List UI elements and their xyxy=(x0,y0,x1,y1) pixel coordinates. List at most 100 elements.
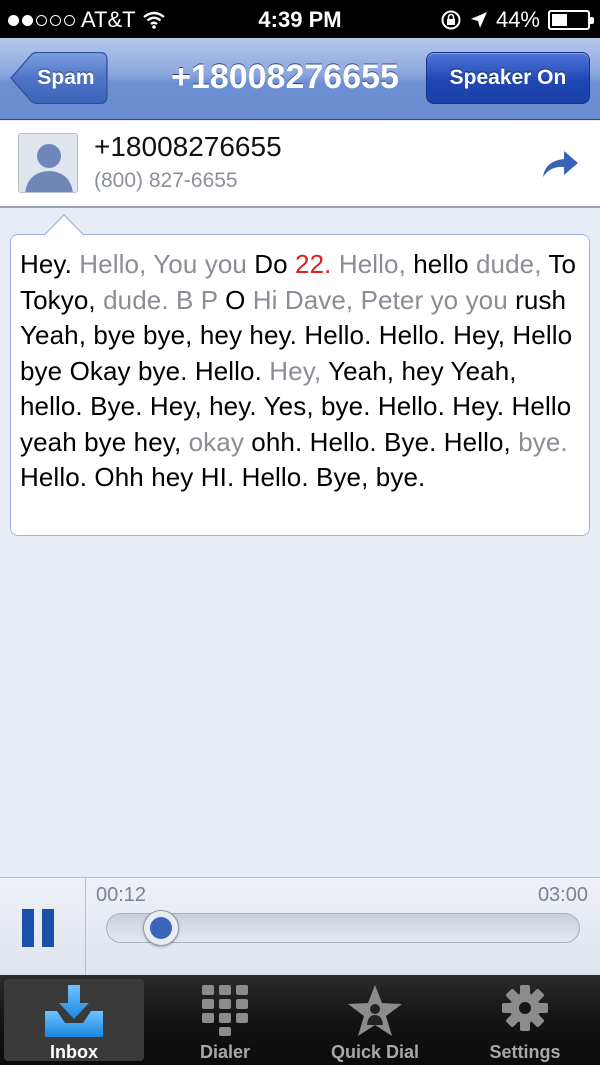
status-right: 44% xyxy=(440,7,594,33)
transcript-word: HI. xyxy=(200,462,235,492)
transcript-word: Hey, xyxy=(453,320,506,350)
transcript-word: Hello. xyxy=(309,426,377,457)
gear-icon xyxy=(502,985,548,1031)
pause-icon xyxy=(22,909,54,947)
total-time: 03:00 xyxy=(537,884,588,906)
back-button-spam[interactable]: Spam xyxy=(10,52,108,104)
transcript-word: 22. xyxy=(295,249,332,279)
transcript-word: dude, xyxy=(476,249,542,279)
audio-player: 00:12 03:00 xyxy=(0,877,600,976)
star-person-icon xyxy=(348,985,402,1036)
tab-label-dialer: Dialer xyxy=(199,1042,251,1062)
transcript-word: bye xyxy=(84,426,127,457)
transcript-word: Bye, xyxy=(316,462,369,492)
transcript-word: P xyxy=(200,284,218,315)
transcript-word: Hey, xyxy=(269,355,322,386)
transcript-word: Bye. xyxy=(384,426,437,457)
transcript-word: bye. xyxy=(375,462,426,492)
transcript-word: bye. xyxy=(137,355,188,386)
transcript-word: hey xyxy=(199,320,243,350)
transcript-word: you xyxy=(204,249,247,279)
transcript-word: Hello. xyxy=(20,462,88,492)
transcript-word: Hello, xyxy=(79,249,147,279)
tab-dialer[interactable]: Dialer xyxy=(155,979,295,1062)
transcript-word: Hello. xyxy=(377,391,445,421)
contact-number: (800) 827-6655 xyxy=(94,169,238,192)
speaker-on-button[interactable]: Speaker On xyxy=(426,52,590,104)
tab-settings[interactable]: Settings xyxy=(455,979,595,1062)
battery-percent: 44% xyxy=(495,7,540,32)
transcript-word: Hey. xyxy=(452,391,505,421)
transcript-word: yeah xyxy=(20,426,77,457)
transcript-word: yo xyxy=(430,284,459,315)
tab-quick-dial[interactable]: Quick Dial xyxy=(305,979,445,1062)
transcript-word: Bye. xyxy=(90,391,143,421)
transcript-word: bye, xyxy=(142,320,193,350)
navigation-bar: Spam +18008276655 Speaker On xyxy=(0,38,600,120)
pause-button[interactable] xyxy=(0,878,86,976)
playback-slider-knob[interactable] xyxy=(143,910,179,946)
transcript-word: Peter xyxy=(360,284,424,315)
tab-label-settings: Settings xyxy=(489,1042,561,1062)
contact-header: +18008276655 (800) 827-6655 xyxy=(0,121,600,208)
transcript-word: hello. xyxy=(20,391,83,421)
transcript-word: Yes, xyxy=(263,391,314,421)
transcript-word: Hello. xyxy=(304,320,372,350)
status-bar: AT&T 4:39 PM 44% xyxy=(0,0,600,38)
keypad-icon xyxy=(202,985,248,1036)
back-button-label: Spam xyxy=(37,66,95,89)
transcript-word: Dave, xyxy=(284,284,354,315)
transcript-word: bye xyxy=(20,355,63,386)
transcript-word: okay xyxy=(188,426,244,457)
transcript-word: B xyxy=(175,284,194,315)
transcript-word: Hey. xyxy=(20,249,72,279)
transcript-word: Hello, xyxy=(443,426,511,457)
transcript-word: Do xyxy=(254,249,288,279)
inbox-download-icon xyxy=(45,985,103,1037)
bubble-tail xyxy=(44,214,84,236)
transcript-word: Hello. xyxy=(241,462,309,492)
transcript-bubble: Hey. Hello, You you Do 22. Hello, hello … xyxy=(10,214,590,536)
transcript-word: O xyxy=(225,284,246,315)
transcript-word: Yeah, xyxy=(328,355,395,386)
transcript-word: You xyxy=(153,249,198,279)
rotation-lock-icon xyxy=(441,10,461,30)
battery-fill xyxy=(552,14,567,26)
transcript-word: Hello, xyxy=(338,249,406,279)
transcript-word: hey xyxy=(401,355,444,386)
transcript-text: Hey. Hello, You you Do 22. Hello, hello … xyxy=(10,234,590,536)
transcript-word: hey, xyxy=(133,426,182,457)
tab-label-quick-dial: Quick Dial xyxy=(330,1042,420,1062)
contact-name: +18008276655 xyxy=(94,131,282,162)
nav-title: +18008276655 xyxy=(171,58,399,96)
transcript-word: hey xyxy=(151,462,194,492)
tab-inbox[interactable]: Inbox xyxy=(4,979,144,1062)
transcript-word: Okay xyxy=(69,355,131,386)
avatar xyxy=(18,133,78,193)
transcript-word: Yeah, xyxy=(450,355,517,386)
tab-bar: Inbox Dialer Quick Dial Settings xyxy=(0,975,600,1065)
transcript-word: Hello xyxy=(512,320,573,350)
person-silhouette-icon xyxy=(19,134,77,192)
transcript-word: bye. xyxy=(518,426,568,457)
transcript-word: Hi xyxy=(252,284,278,315)
transcript-word: rush xyxy=(515,284,567,315)
transcript-word: Hello. xyxy=(378,320,446,350)
tab-label-inbox: Inbox xyxy=(50,1042,98,1062)
transcript-word: ohh. xyxy=(251,426,303,457)
transcript-word: dude. xyxy=(103,284,169,315)
transcript-word: hello xyxy=(413,249,469,279)
battery-icon xyxy=(548,10,594,30)
transcript-word: Hey, xyxy=(149,391,202,421)
transcript-word: bye xyxy=(93,320,136,350)
transcript-word: Tokyo, xyxy=(20,284,96,315)
forward-share-icon[interactable] xyxy=(540,149,580,181)
transcript-word: Hello xyxy=(511,391,572,421)
transcript-word: Ohh xyxy=(94,462,144,492)
current-time: 00:12 xyxy=(96,884,147,906)
transcript-word: To xyxy=(548,249,577,279)
transcript-word: Hello. xyxy=(194,355,262,386)
transcript-word: Yeah, xyxy=(20,320,87,350)
location-arrow-icon xyxy=(470,12,487,28)
transcript-word: bye. xyxy=(320,391,371,421)
